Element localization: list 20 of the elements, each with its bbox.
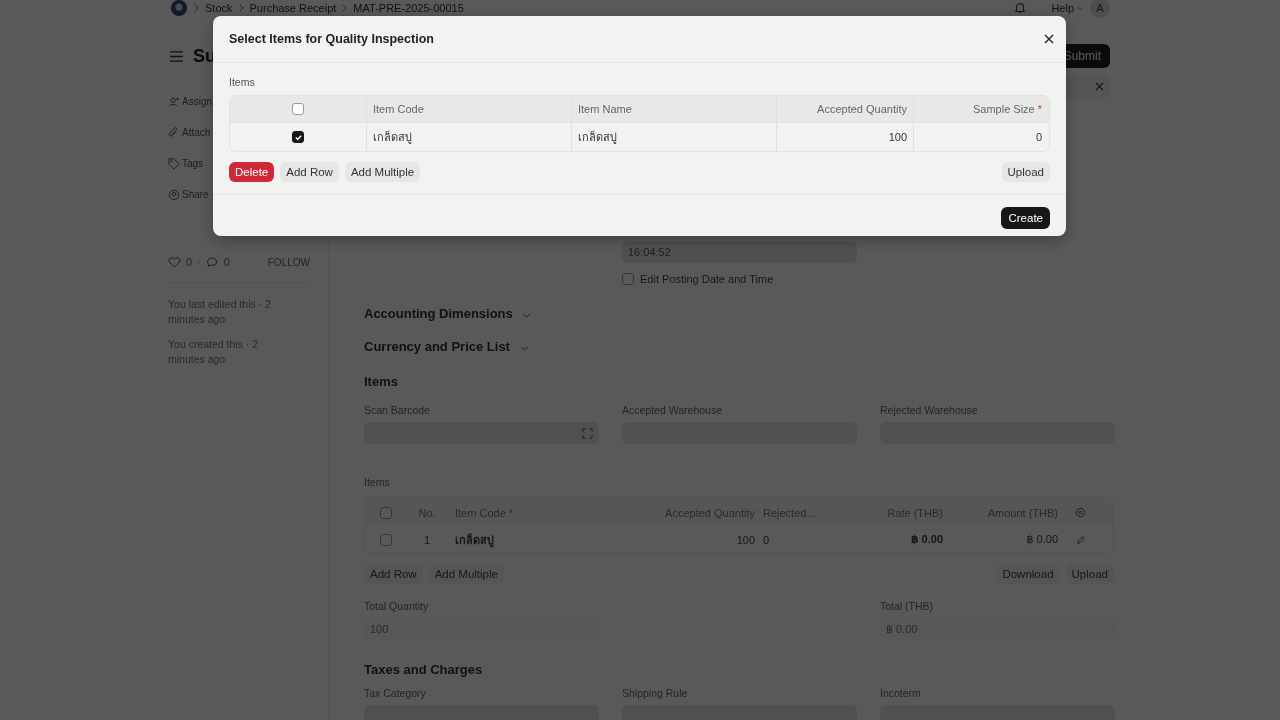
- table-cell: 0: [913, 123, 1048, 151]
- table-cell-text: ฿ 0.00: [1025, 533, 1058, 546]
- table-cell: เกล็ดสบู่: [571, 123, 776, 151]
- column-header: Sample Size: [972, 103, 1035, 115]
- table-cell-text: 1: [422, 533, 432, 546]
- table-cell-text: 100: [735, 533, 755, 546]
- table-cell: 100: [776, 123, 913, 151]
- separator-dot: ·: [197, 256, 201, 268]
- table-cell-text: 0: [762, 533, 771, 546]
- column-header: Accepted Quantity: [817, 103, 907, 115]
- table-cell-text: เกล็ดสบู่: [454, 532, 495, 549]
- column-header: Item Code: [373, 103, 424, 115]
- table-label: Items: [229, 76, 256, 88]
- section-title: Taxes and Charges: [364, 662, 484, 677]
- required-mark: *: [1037, 103, 1042, 115]
- table-cell: เกล็ดสบู่: [366, 123, 571, 151]
- column-header: Item Name: [578, 103, 632, 115]
- section-title: Items: [364, 374, 399, 389]
- dialog-title: Select Items for Quality Inspection: [229, 32, 434, 46]
- table-cell-text: ฿ 0.00: [909, 533, 943, 546]
